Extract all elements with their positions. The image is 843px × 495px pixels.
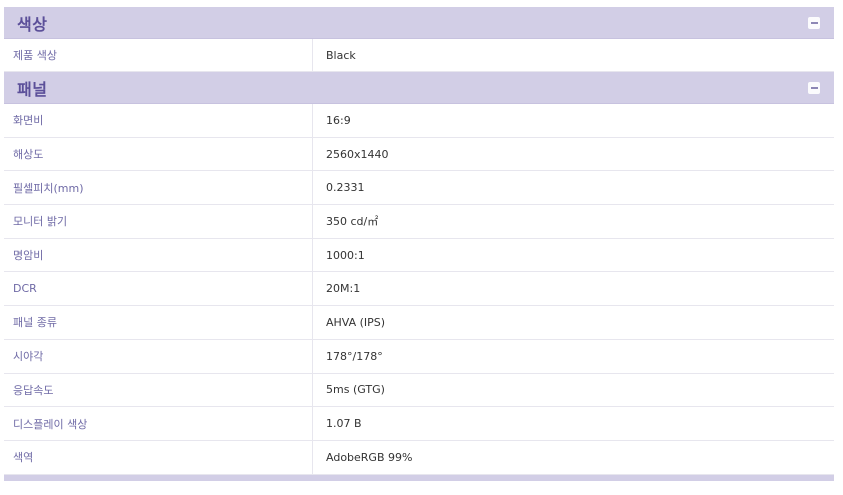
spec-label: 해상도 [4, 137, 313, 171]
spec-row: 모니터 밝기 350 cd/㎡ [4, 205, 834, 239]
spec-value: 178°/178° [326, 349, 383, 363]
table-bottom-divider [4, 474, 834, 481]
spec-value: AdobeRGB 99% [326, 450, 413, 464]
spec-value: 1.07 B [326, 417, 362, 431]
spec-label: 화면비 [4, 104, 313, 137]
spec-label: 필셀피치(mm) [4, 171, 313, 205]
spec-row: 명암비 1000:1 [4, 238, 834, 273]
section-title: 색상 [17, 14, 48, 34]
spec-row: 디스플레이 색상 1.07 B [4, 407, 834, 441]
spec-label: 응답속도 [4, 373, 313, 407]
spec-label: DCR [4, 272, 313, 306]
spec-row: 필셀피치(mm) 0.2331 [4, 171, 834, 206]
collapse-minus-icon[interactable] [808, 16, 820, 29]
spec-label: 패널 종류 [4, 306, 313, 339]
spec-value: 1000:1 [326, 248, 365, 262]
spec-row: 색역 AdobeRGB 99% [4, 440, 834, 475]
spec-row: 제품 색상 Black [4, 39, 834, 72]
spec-label: 명암비 [4, 238, 313, 272]
spec-value: Black [326, 48, 356, 62]
spec-value: 350 cd/㎡ [326, 215, 379, 229]
spec-value: 16:9 [326, 113, 351, 127]
section-header-panel[interactable]: 패널 [4, 72, 834, 104]
spec-value: 2560x1440 [326, 147, 389, 161]
spec-label: 제품 색상 [4, 39, 313, 71]
spec-value: 20M:1 [326, 282, 361, 296]
spec-row: 해상도 2560x1440 [4, 137, 834, 172]
spec-row: 화면비 16:9 [4, 104, 834, 138]
spec-row: 시야각 178°/178° [4, 339, 834, 374]
spec-row: 응답속도 5ms (GTG) [4, 373, 834, 408]
spec-row: DCR 20M:1 [4, 272, 834, 307]
spec-row: 패널 종류 AHVA (IPS) [4, 306, 834, 340]
spec-value: 5ms (GTG) [326, 383, 385, 397]
spec-label: 디스플레이 색상 [4, 407, 313, 440]
collapse-minus-icon[interactable] [808, 81, 820, 94]
spec-label: 시야각 [4, 339, 313, 373]
section-header-color[interactable]: 색상 [4, 7, 834, 39]
spec-label: 모니터 밝기 [4, 205, 313, 238]
spec-value: AHVA (IPS) [326, 315, 386, 329]
spec-table: 색상 제품 색상 Black 패널 화면비 16:9 해상도 2560x1440… [4, 7, 834, 481]
section-title: 패널 [17, 79, 48, 99]
spec-value: 0.2331 [326, 181, 365, 195]
spec-label: 색역 [4, 440, 313, 474]
